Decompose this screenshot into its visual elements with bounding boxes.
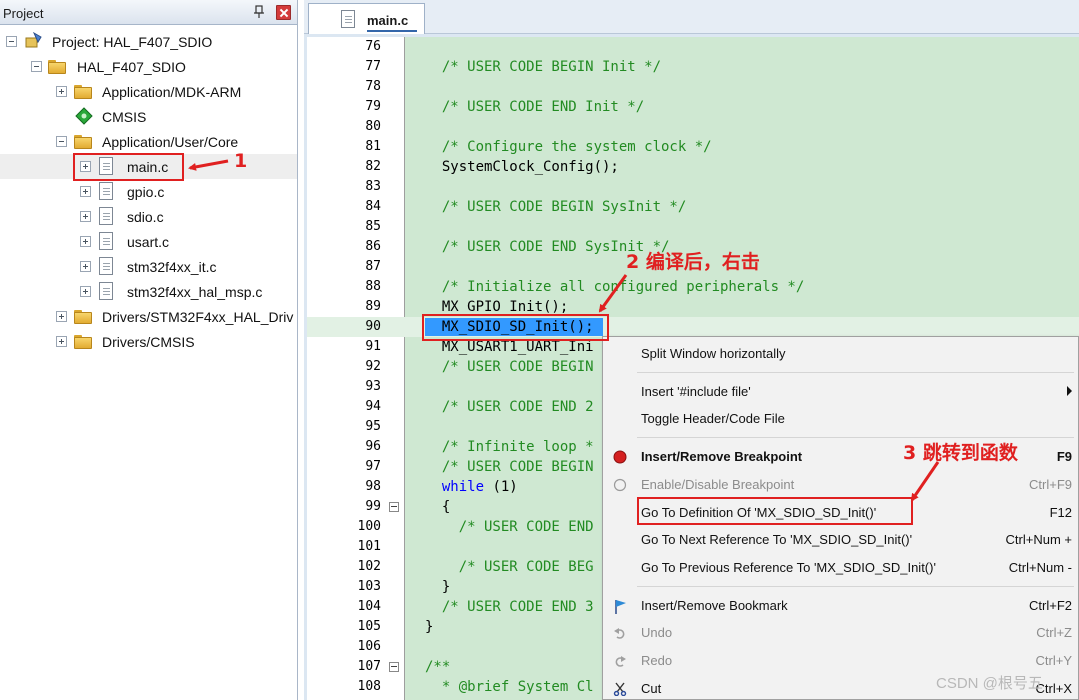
- annotation-arrow-1: [188, 159, 229, 171]
- watermark: CSDN @根号五: [936, 675, 1043, 692]
- annotation-arrows: [188, 159, 940, 502]
- annotation-arrow-2: [598, 274, 628, 313]
- annotation-arrow-3: [910, 461, 940, 502]
